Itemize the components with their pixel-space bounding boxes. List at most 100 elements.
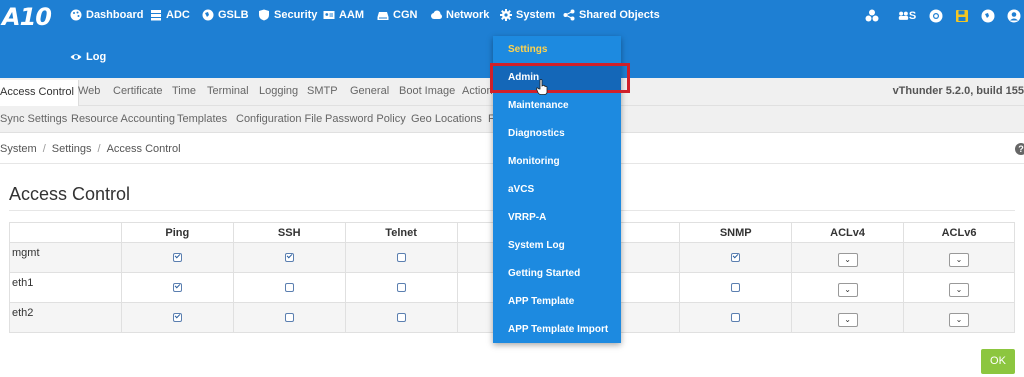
column-header-aclv4: ACLv4	[791, 222, 905, 243]
nav-log-label: Log	[86, 51, 107, 63]
nav-security[interactable]: Security	[258, 9, 317, 21]
page-title: Access Control	[9, 184, 131, 204]
tab-configuration-file[interactable]: Configuration File	[236, 113, 322, 125]
tab-password-policy[interactable]: Password Policy	[325, 113, 406, 125]
user-account-icon[interactable]	[1006, 8, 1022, 24]
snmp-checkbox[interactable]	[731, 313, 741, 322]
nav-security-label: Security	[274, 9, 318, 21]
aclv6-select[interactable]: ⌄	[949, 253, 970, 267]
aclv4-select[interactable]: ⌄	[837, 253, 858, 267]
save-icon[interactable]	[954, 8, 970, 24]
share-icon	[563, 9, 575, 21]
tab-templates[interactable]: Templates	[177, 113, 227, 125]
nav-system[interactable]: System	[500, 9, 555, 21]
tab-sync-settings[interactable]: Sync Settings	[0, 113, 67, 125]
menu-item-settings[interactable]: Settings	[508, 44, 547, 55]
tab-boot-image[interactable]: Boot Image	[399, 85, 455, 97]
aclv4-select[interactable]: ⌄	[837, 313, 858, 327]
column-header-aclv6: ACLv6	[903, 222, 1015, 243]
tab-terminal[interactable]: Terminal	[207, 85, 249, 97]
eye-icon	[70, 54, 82, 60]
menu-item-maintenance[interactable]: Maintenance	[508, 100, 569, 111]
breadcrumb-access-control: Access Control	[106, 143, 181, 155]
help-lifebuoy-icon[interactable]	[928, 8, 944, 24]
nav-shared-objects[interactable]: Shared Objects	[563, 9, 660, 21]
interface-name: eth2	[9, 302, 122, 333]
snmp-checkbox[interactable]	[731, 253, 741, 262]
nav-adc-label: ADC	[166, 9, 190, 21]
column-header-ping: Ping	[120, 222, 234, 243]
shield-icon	[259, 9, 269, 21]
telnet-checkbox[interactable]	[396, 283, 406, 292]
tab-access-control[interactable]: Access Control	[0, 80, 79, 106]
help-icon[interactable]: ?	[1015, 143, 1024, 155]
menu-item-diagnostics[interactable]: Diagnostics	[508, 128, 565, 139]
globe-icon	[202, 9, 214, 21]
aclv6-select[interactable]: ⌄	[949, 313, 970, 327]
tab-smtp[interactable]: SMTP	[307, 85, 338, 97]
a10-logo[interactable]: A10	[2, 3, 52, 31]
menu-item-app-template[interactable]: APP Template	[508, 296, 574, 307]
nav-network[interactable]: Network	[430, 9, 489, 21]
palette-icon	[70, 9, 82, 21]
tab-general[interactable]: General	[350, 85, 389, 97]
ssh-checkbox[interactable]	[284, 253, 294, 262]
cluster-icon[interactable]	[864, 8, 880, 24]
nav-system-label: System	[516, 9, 556, 21]
tab-time[interactable]: Time	[172, 85, 196, 97]
menu-item-vrrp-a[interactable]: VRRP-A	[508, 212, 546, 223]
nav-cgn[interactable]: CGN	[377, 9, 417, 21]
language-globe-icon[interactable]	[980, 8, 996, 24]
telnet-checkbox[interactable]	[396, 253, 406, 262]
nav-dashboard-label: Dashboard	[86, 9, 144, 21]
tab-resource-accounting[interactable]: Resource Accounting	[71, 113, 175, 125]
ping-checkbox[interactable]	[172, 253, 182, 262]
nav-aam[interactable]: AAM	[323, 9, 364, 21]
version-label: vThunder 5.2.0, build 155	[892, 85, 1024, 97]
aclv6-select[interactable]: ⌄	[949, 283, 970, 297]
snmp-checkbox[interactable]	[731, 283, 741, 292]
nav-shared-objects-label: Shared Objects	[579, 9, 660, 21]
nav-log[interactable]: Log	[70, 51, 106, 63]
column-header-snmp: SNMP	[679, 222, 793, 243]
breadcrumb: System / Settings / Access Control	[0, 143, 181, 155]
gear-icon	[500, 9, 512, 21]
breadcrumb-system[interactable]: System	[0, 143, 37, 155]
tab-logging[interactable]: Logging	[259, 85, 298, 97]
nav-gslb-label: GSLB	[218, 9, 249, 21]
ping-checkbox[interactable]	[172, 313, 182, 322]
aclv4-select[interactable]: ⌄	[837, 283, 858, 297]
users-icon	[898, 11, 909, 20]
column-header-ssh: SSH	[232, 222, 346, 243]
nav-adc[interactable]: ADC	[150, 9, 190, 21]
menu-item-avcs[interactable]: aVCS	[508, 184, 534, 195]
nav-dashboard[interactable]: Dashboard	[70, 9, 143, 21]
tab-certificate[interactable]: Certificate	[113, 85, 163, 97]
interface-name: mgmt	[9, 242, 122, 273]
menu-item-system-log[interactable]: System Log	[508, 240, 565, 251]
nav-cgn-label: CGN	[393, 9, 418, 21]
ok-button[interactable]: OK	[981, 349, 1015, 374]
cloud-icon	[431, 10, 442, 19]
breadcrumb-settings[interactable]: Settings	[52, 143, 92, 155]
server-icon	[151, 10, 161, 21]
menu-item-getting-started[interactable]: Getting Started	[508, 268, 580, 279]
column-header-interface	[9, 222, 122, 243]
ping-checkbox[interactable]	[172, 283, 182, 292]
telnet-checkbox[interactable]	[396, 313, 406, 322]
menu-item-monitoring[interactable]: Monitoring	[508, 156, 560, 167]
id-card-icon	[323, 11, 335, 19]
highlight-box	[490, 63, 630, 93]
tab-web[interactable]: Web	[78, 85, 100, 97]
menu-item-app-template-import[interactable]: APP Template Import	[508, 324, 608, 335]
ssh-checkbox[interactable]	[284, 313, 294, 322]
nav-aam-label: AAM	[339, 9, 365, 21]
hand-cursor-icon	[536, 79, 548, 95]
nav-gslb[interactable]: GSLB	[202, 9, 249, 21]
partition-selector[interactable]: S	[896, 8, 918, 24]
tab-geo-locations[interactable]: Geo Locations	[411, 113, 482, 125]
tab-action[interactable]: Action	[462, 85, 493, 97]
nav-network-label: Network	[446, 9, 490, 21]
hard-drive-icon	[377, 12, 389, 20]
ssh-checkbox[interactable]	[284, 283, 294, 292]
